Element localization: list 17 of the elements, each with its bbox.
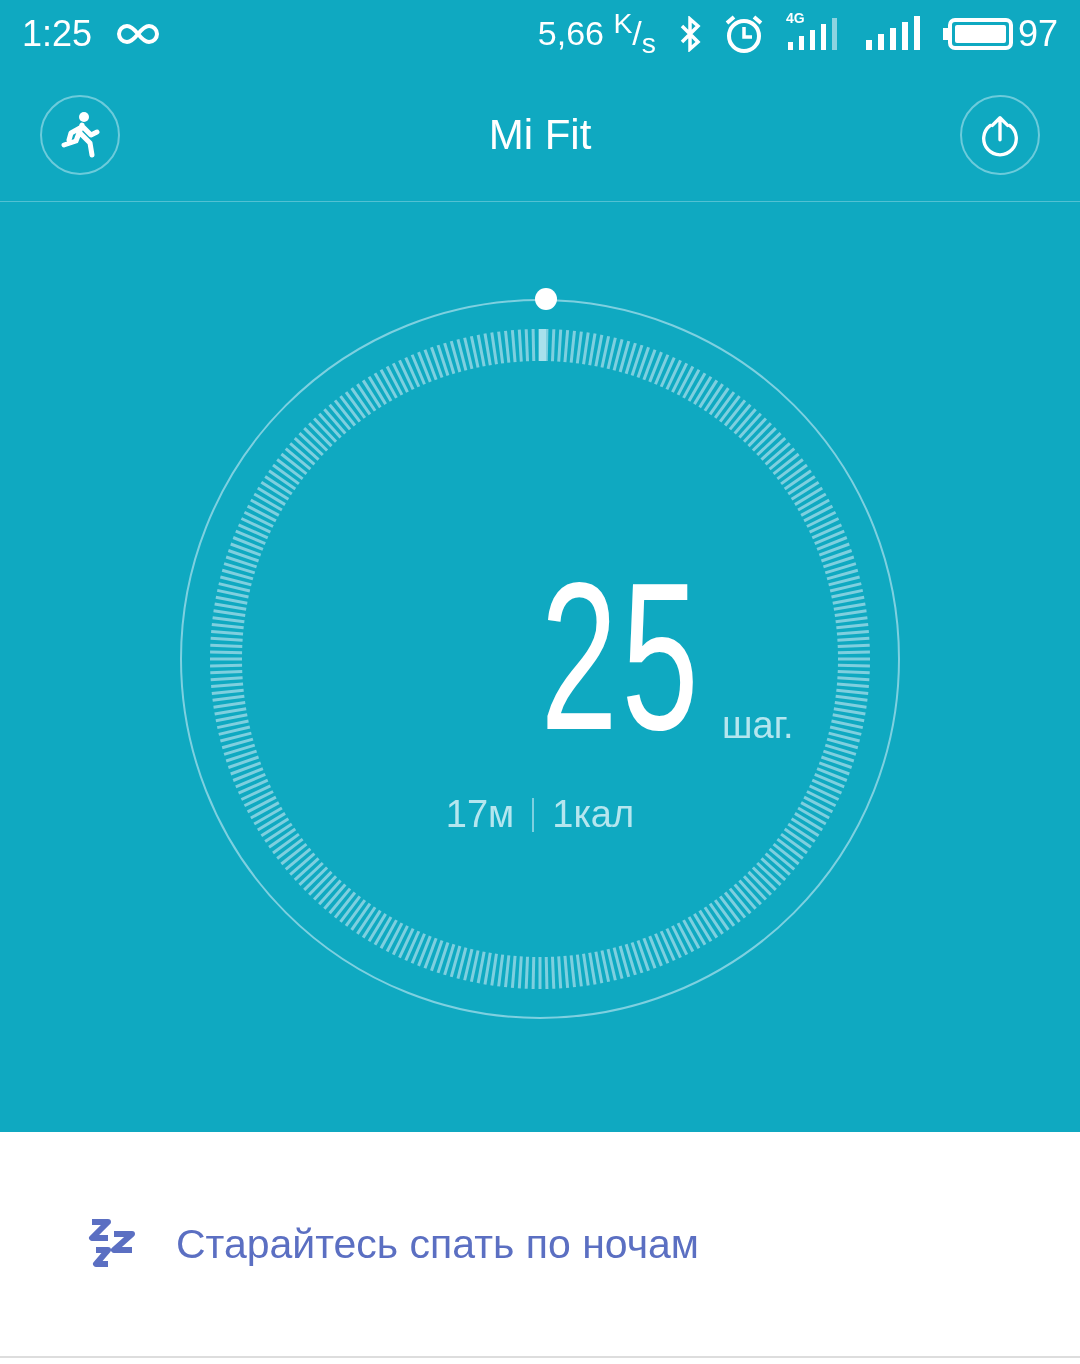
battery-icon <box>941 17 1014 51</box>
network-type: 4G <box>785 10 805 26</box>
step-unit: шаг. <box>722 704 794 747</box>
status-time: 1:25 <box>22 13 93 55</box>
share-button[interactable] <box>960 94 1040 175</box>
signal-icon <box>863 16 920 52</box>
workout-button[interactable] <box>40 94 120 175</box>
sleep-tip: Старайтесь спать по ночам <box>176 1220 700 1268</box>
battery-percent: 97 <box>1017 13 1058 55</box>
network-speed: 5,66 $^{K}$/$_{s}$ <box>537 7 656 61</box>
step-count: 25 <box>540 562 703 751</box>
app-title: Mi Fit <box>488 110 592 159</box>
calories: 1кал <box>552 793 635 836</box>
distance: 17м <box>445 793 515 836</box>
sleep-icon <box>88 1218 136 1270</box>
running-person-icon <box>60 110 100 159</box>
alarm-icon <box>723 14 764 54</box>
